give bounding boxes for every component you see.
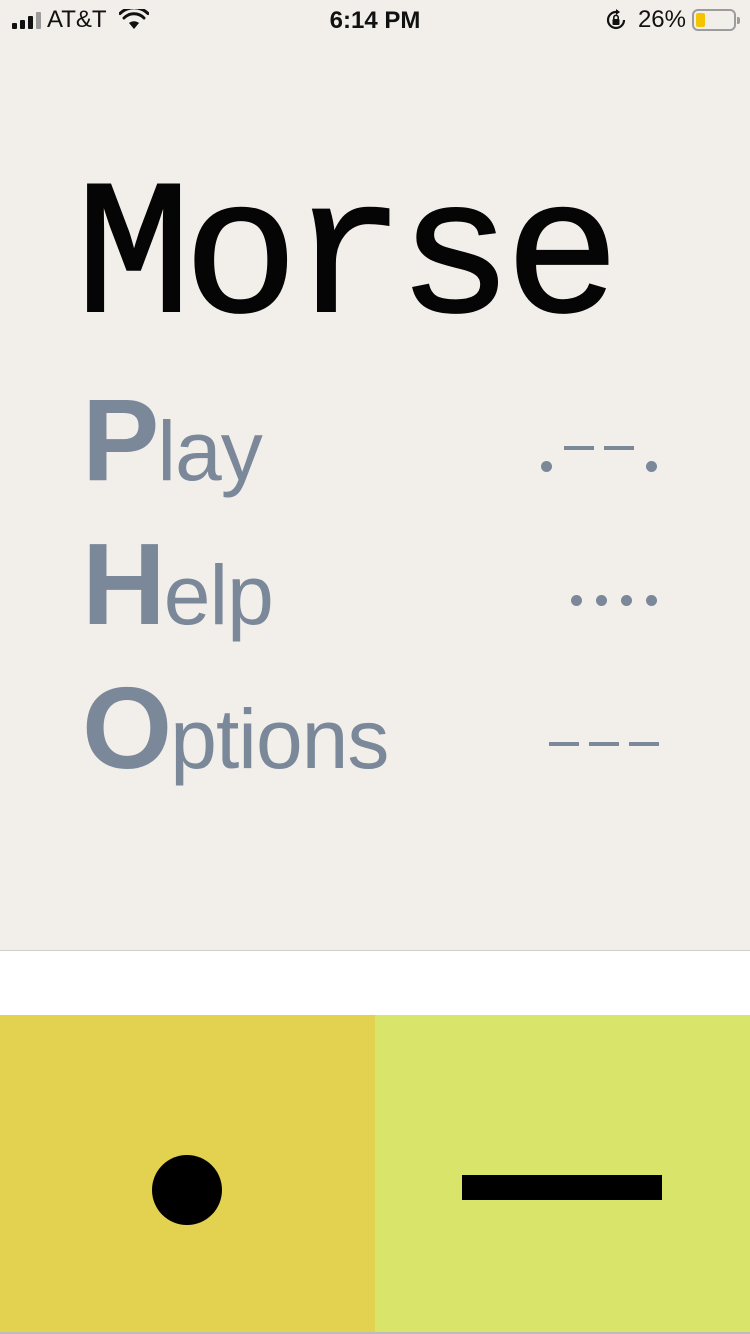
dash-icon xyxy=(462,1175,662,1200)
morse-dash-mark xyxy=(589,742,619,746)
morse-dash-mark xyxy=(604,446,634,450)
menu-item-options[interactable]: Options xyxy=(82,666,672,786)
menu-item-morse-code xyxy=(534,436,664,476)
rotation-lock-icon xyxy=(606,9,626,30)
morse-dash-mark xyxy=(564,446,594,450)
morse-input-display xyxy=(0,950,750,1015)
battery-tip xyxy=(737,17,740,24)
menu-item-rest: ptions xyxy=(170,692,389,786)
morse-dot-mark xyxy=(621,594,632,606)
menu-item-initial: P xyxy=(82,375,159,505)
menu-item-morse-code xyxy=(564,580,664,620)
morse-dot-mark xyxy=(596,594,607,606)
dot-key-button[interactable] xyxy=(0,1015,375,1334)
status-right: 26% xyxy=(604,6,740,33)
morse-dot-mark xyxy=(646,461,657,472)
morse-dot-mark xyxy=(541,461,552,472)
menu-item-rest: elp xyxy=(163,548,274,642)
morse-dot-mark xyxy=(646,594,657,606)
app-title: Morse xyxy=(75,151,621,369)
dot-icon xyxy=(152,1155,222,1225)
menu-item-label: Play xyxy=(82,382,263,498)
status-bar: AT&T 6:14 PM 26% xyxy=(0,0,750,40)
battery-percent: 26% xyxy=(637,6,686,33)
menu-item-label: Help xyxy=(82,526,274,642)
morse-home-screen: AT&T 6:14 PM 26% Morse Play Help Options xyxy=(0,0,750,1334)
battery-level-fill xyxy=(696,13,705,27)
morse-dash-mark xyxy=(629,742,659,746)
dash-key-button[interactable] xyxy=(375,1015,750,1334)
menu-item-morse-code xyxy=(544,724,664,764)
morse-dash-mark xyxy=(549,742,579,746)
morse-dot-mark xyxy=(571,594,582,606)
menu-item-play[interactable]: Play xyxy=(82,378,672,498)
menu-item-initial: O xyxy=(82,663,172,793)
menu-item-help[interactable]: Help xyxy=(82,522,672,642)
menu-item-rest: lay xyxy=(157,404,262,498)
battery-icon xyxy=(692,9,740,31)
menu-item-initial: H xyxy=(82,519,166,649)
menu-item-label: Options xyxy=(82,670,389,786)
